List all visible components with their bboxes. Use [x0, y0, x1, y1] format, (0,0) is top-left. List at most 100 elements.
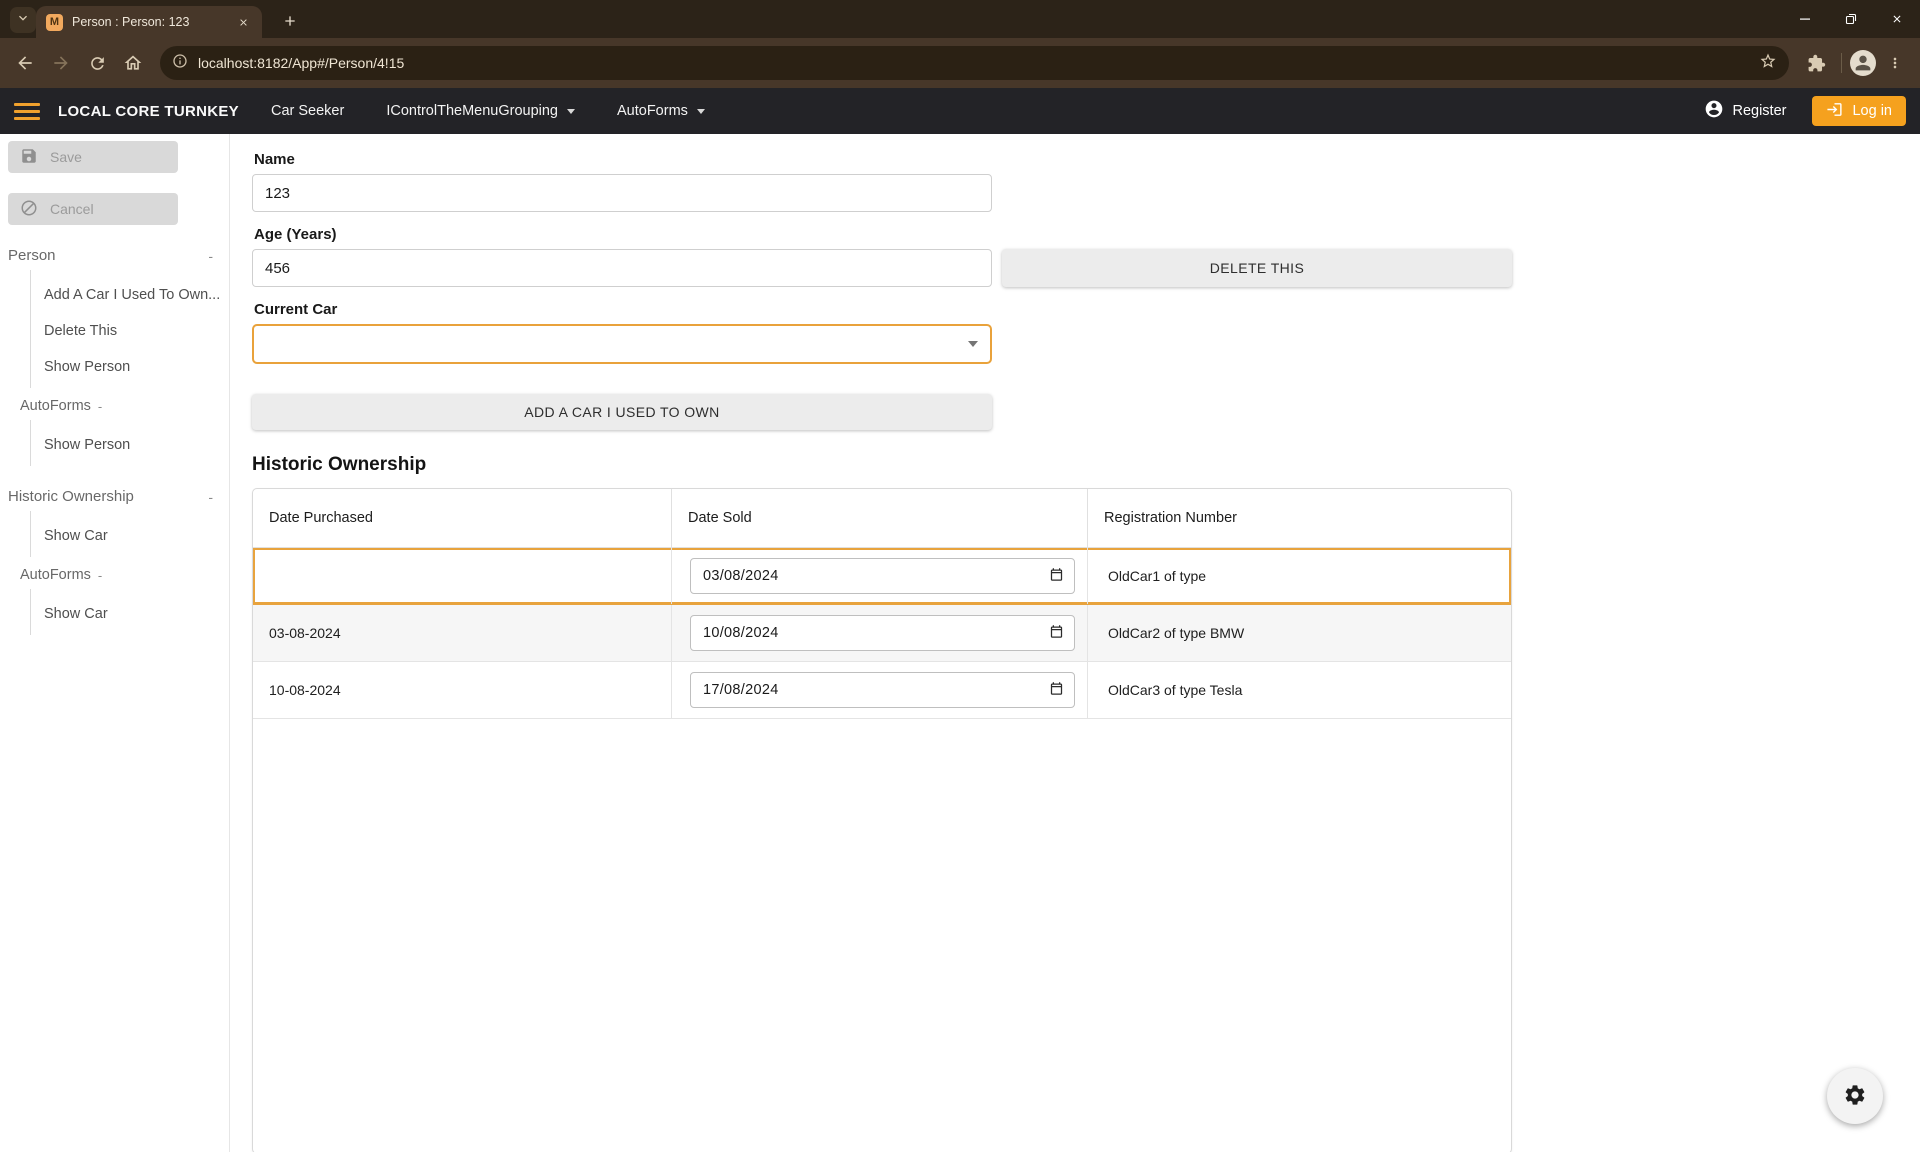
settings-fab-button[interactable]: [1827, 1068, 1883, 1124]
delete-this-button[interactable]: DELETE THIS: [1002, 249, 1512, 287]
sidebar-group-person[interactable]: Person -: [0, 247, 229, 264]
caret-down-icon: [697, 109, 705, 114]
login-button[interactable]: Log in: [1812, 96, 1906, 126]
forward-icon[interactable]: [44, 46, 78, 80]
sidebar-subgroup-autoforms-historic[interactable]: AutoForms -: [20, 567, 229, 583]
browser-titlebar: M Person : Person: 123: [0, 0, 1920, 38]
add-car-button[interactable]: ADD A CAR I USED TO OWN: [252, 394, 992, 430]
browser-toolbar: localhost:8182/App#/Person/4!15: [0, 38, 1920, 88]
table-row[interactable]: 03/08/2024 OldCar1 of type: [253, 548, 1511, 605]
date-value: 03/08/2024: [703, 568, 779, 584]
date-sold-input[interactable]: 17/08/2024: [690, 672, 1075, 708]
age-input[interactable]: [252, 249, 992, 287]
back-icon[interactable]: [8, 46, 42, 80]
profile-avatar[interactable]: [1850, 50, 1876, 76]
tab-favicon: M: [46, 14, 63, 31]
nav-item-icontrolthemenugrouping[interactable]: IControlTheMenuGrouping: [386, 103, 575, 119]
person-icon: [1704, 99, 1724, 123]
hamburger-menu-icon[interactable]: [14, 103, 40, 120]
date-sold-input[interactable]: 10/08/2024: [690, 615, 1075, 651]
nav-item-label: IControlTheMenuGrouping: [386, 103, 558, 119]
date-sold-cell: 17/08/2024: [672, 662, 1088, 718]
cancel-button[interactable]: Cancel: [8, 193, 178, 225]
sidebar: Save Cancel Person - Add A Car I Used To…: [0, 134, 230, 1152]
historic-ownership-title: Historic Ownership: [252, 454, 1512, 476]
minimize-icon[interactable]: [1782, 0, 1828, 38]
subgroup-header-label: AutoForms: [20, 398, 91, 414]
tab-close-icon[interactable]: [234, 13, 252, 31]
chevron-down-icon: [15, 10, 31, 31]
save-label: Save: [50, 149, 82, 165]
cancel-label: Cancel: [50, 201, 94, 217]
nav-item-autoforms[interactable]: AutoForms: [617, 103, 705, 119]
age-label: Age (Years): [254, 226, 1512, 243]
address-bar[interactable]: localhost:8182/App#/Person/4!15: [160, 46, 1789, 80]
sidebar-group-historic-ownership[interactable]: Historic Ownership -: [0, 488, 229, 505]
sidebar-item-show-person-autoforms[interactable]: Show Person: [31, 427, 229, 463]
login-icon: [1826, 101, 1843, 122]
app-navbar: LOCAL CORE TURNKEY Car Seeker IControlTh…: [0, 88, 1920, 134]
reload-icon[interactable]: [80, 46, 114, 80]
save-button[interactable]: Save: [8, 141, 178, 173]
tab-title: Person : Person: 123: [72, 15, 234, 29]
cancel-icon: [20, 199, 38, 220]
bookmark-star-icon[interactable]: [1759, 52, 1777, 75]
current-car-select[interactable]: [252, 324, 992, 364]
sidebar-autoforms-historic-items: Show Car: [30, 589, 229, 635]
extensions-icon[interactable]: [1799, 46, 1833, 80]
table-row[interactable]: 10-08-2024 17/08/2024 OldCar3 of type Te…: [253, 662, 1511, 719]
current-car-label: Current Car: [254, 301, 1512, 318]
collapse-icon[interactable]: -: [208, 248, 213, 264]
home-icon[interactable]: [116, 46, 150, 80]
nav-item-car-seeker[interactable]: Car Seeker: [271, 103, 344, 119]
date-value: 17/08/2024: [703, 682, 779, 698]
registration-cell: OldCar2 of type BMW: [1088, 605, 1511, 661]
tab-search-button[interactable]: [10, 7, 36, 33]
caret-down-icon: [567, 109, 575, 114]
browser-tab[interactable]: M Person : Person: 123: [36, 6, 262, 38]
historic-ownership-table: Date Purchased Date Sold Registration Nu…: [252, 488, 1512, 1152]
maximize-icon[interactable]: [1828, 0, 1874, 38]
browser-menu-icon[interactable]: [1878, 46, 1912, 80]
table-row[interactable]: 03-08-2024 10/08/2024 OldCar2 of type BM…: [253, 605, 1511, 662]
date-purchased-cell: 03-08-2024: [253, 605, 672, 661]
sidebar-item-show-car[interactable]: Show Car: [31, 518, 229, 554]
sidebar-item-add-a-car-i-used-to-own[interactable]: Add A Car I Used To Own...: [31, 277, 229, 313]
calendar-icon[interactable]: [1049, 624, 1064, 642]
current-car-field-group: Current Car: [252, 301, 1512, 364]
plus-icon: [282, 13, 298, 29]
date-sold-cell: 03/08/2024: [672, 548, 1088, 604]
sidebar-item-delete-this[interactable]: Delete This: [31, 313, 229, 349]
date-purchased-cell: 10-08-2024: [253, 662, 672, 718]
group-header-label: Historic Ownership: [8, 488, 134, 505]
nav-item-label: AutoForms: [617, 103, 688, 119]
name-label: Name: [254, 151, 1512, 168]
register-button[interactable]: Register: [1704, 99, 1786, 123]
date-sold-input[interactable]: 03/08/2024: [690, 558, 1075, 594]
date-value: 10/08/2024: [703, 625, 779, 641]
calendar-icon[interactable]: [1049, 681, 1064, 699]
date-sold-cell: 10/08/2024: [672, 605, 1088, 661]
sidebar-historic-items: Show Car: [30, 511, 229, 557]
collapse-icon[interactable]: -: [208, 489, 213, 505]
table-header-row: Date Purchased Date Sold Registration Nu…: [253, 489, 1511, 548]
new-tab-button[interactable]: [278, 9, 302, 33]
toolbar-separator: [1841, 53, 1842, 73]
sidebar-subgroup-autoforms-person[interactable]: AutoForms -: [20, 398, 229, 414]
site-info-icon[interactable]: [172, 53, 188, 74]
app-brand[interactable]: LOCAL CORE TURNKEY: [58, 103, 239, 120]
sidebar-item-show-car-autoforms[interactable]: Show Car: [31, 596, 229, 632]
calendar-icon[interactable]: [1049, 567, 1064, 585]
column-header-date-purchased: Date Purchased: [253, 489, 672, 547]
collapse-icon: -: [98, 568, 102, 583]
group-header-label: Person: [8, 247, 56, 264]
nav-item-label: Car Seeker: [271, 103, 344, 119]
settings-gear-icon: [1843, 1083, 1867, 1110]
url-text[interactable]: localhost:8182/App#/Person/4!15: [198, 55, 1759, 71]
sidebar-item-show-person[interactable]: Show Person: [31, 349, 229, 385]
name-field-group: Name: [252, 151, 1512, 212]
registration-cell: OldCar3 of type Tesla: [1088, 662, 1511, 718]
close-icon[interactable]: [1874, 0, 1920, 38]
name-input[interactable]: [252, 174, 992, 212]
browser-window: M Person : Person: 123: [0, 0, 1920, 1152]
